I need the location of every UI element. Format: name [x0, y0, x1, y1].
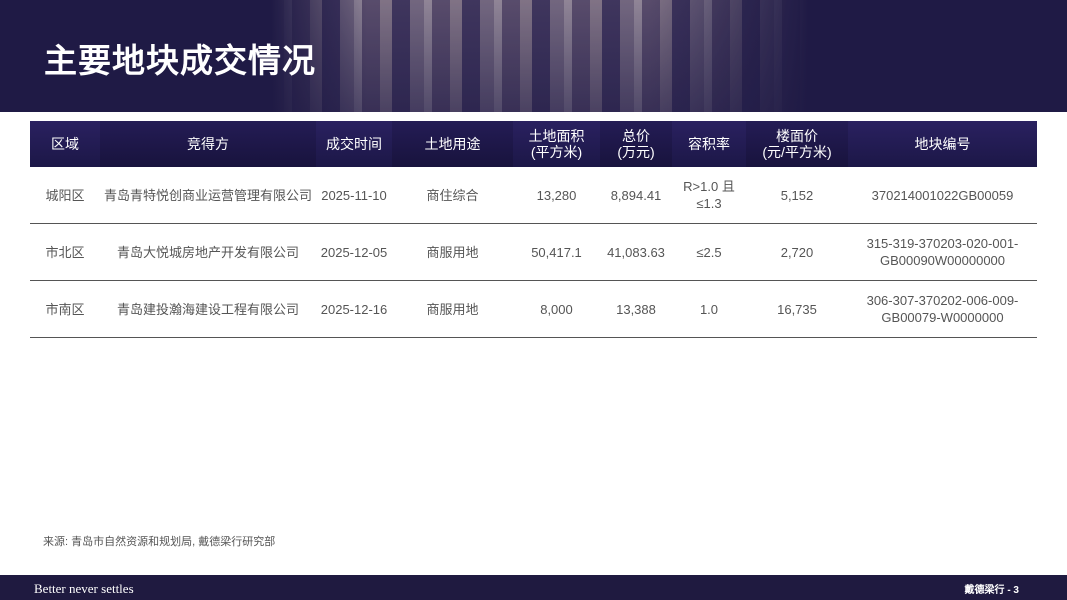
table-cell: 41,083.63	[600, 223, 672, 281]
table-cell: 商服用地	[392, 280, 513, 338]
page-title: 主要地块成交情况	[44, 42, 316, 79]
table-cell: 青岛建投瀚海建设工程有限公司	[100, 280, 316, 338]
table-cell: 城阳区	[30, 167, 100, 224]
source-note: 来源: 青岛市自然资源和规划局, 戴德梁行研究部	[43, 536, 276, 548]
column-header: 总价 (万元)	[600, 121, 672, 167]
table-row: 城阳区 青岛青特悦创商业运营管理有限公司 2025-11-10 商住综合 13,280 8…	[30, 167, 1037, 224]
column-header: 成交时间	[316, 121, 392, 167]
table-cell: ≤2.5	[672, 223, 746, 281]
table-row: 市南区 青岛建投瀚海建设工程有限公司 2025-12-16 商服用地 8,000 13,3…	[30, 280, 1037, 338]
table-cell: R>1.0 且 ≤1.3	[672, 167, 746, 224]
table-cell: 市北区	[30, 223, 100, 281]
column-header: 土地用途	[392, 121, 513, 167]
table-cell: 8,000	[513, 280, 600, 338]
table-cell: 50,417.1	[513, 223, 600, 281]
table-cell: 13,280	[513, 167, 600, 224]
table-cell: 2,720	[746, 223, 848, 281]
table-cell: 370214001022GB00059	[848, 167, 1037, 224]
table-cell: 青岛青特悦创商业运营管理有限公司	[100, 167, 316, 224]
table-cell: 商住综合	[392, 167, 513, 224]
banner-photo	[270, 0, 810, 112]
table-cell: 306-307-370202-006-009- GB00079-W0000000	[848, 280, 1037, 338]
column-header: 地块编号	[848, 121, 1037, 167]
footer-bar: Better never settles 戴德梁行 - 3	[0, 575, 1067, 600]
header-banner: 主要地块成交情况	[0, 0, 1067, 112]
column-header: 竞得方	[100, 121, 316, 167]
land-transactions-table: 区域 竞得方 成交时间 土地用途 土地面积 (平方米) 总价 (万元) 容积率 楼面价 (元/平方米…	[30, 121, 1037, 338]
column-header: 土地面积 (平方米)	[513, 121, 600, 167]
table-cell: 商服用地	[392, 223, 513, 281]
table-cell: 13,388	[600, 280, 672, 338]
column-header: 容积率	[672, 121, 746, 167]
table-cell: 市南区	[30, 280, 100, 338]
table-cell: 16,735	[746, 280, 848, 338]
table-cell: 2025-12-16	[316, 280, 392, 338]
table-header-row: 区域 竞得方 成交时间 土地用途 土地面积 (平方米) 总价 (万元) 容积率 楼面价 (元/平方米…	[30, 121, 1037, 167]
table-cell: 8,894.41	[600, 167, 672, 224]
table-cell: 青岛大悦城房地产开发有限公司	[100, 223, 316, 281]
table-cell: 1.0	[672, 280, 746, 338]
table-cell: 2025-12-05	[316, 223, 392, 281]
table-cell: 5,152	[746, 167, 848, 224]
table-row: 市北区 青岛大悦城房地产开发有限公司 2025-12-05 商服用地 50,417.1 4…	[30, 223, 1037, 281]
column-header: 楼面价 (元/平方米)	[746, 121, 848, 167]
column-header: 区域	[30, 121, 100, 167]
table-cell: 2025-11-10	[316, 167, 392, 224]
table-cell: 315-319-370203-020-001- GB00090W00000000	[848, 223, 1037, 281]
footer-tagline: Better never settles	[34, 581, 134, 596]
page-number: 戴德梁行 - 3	[964, 585, 1019, 596]
